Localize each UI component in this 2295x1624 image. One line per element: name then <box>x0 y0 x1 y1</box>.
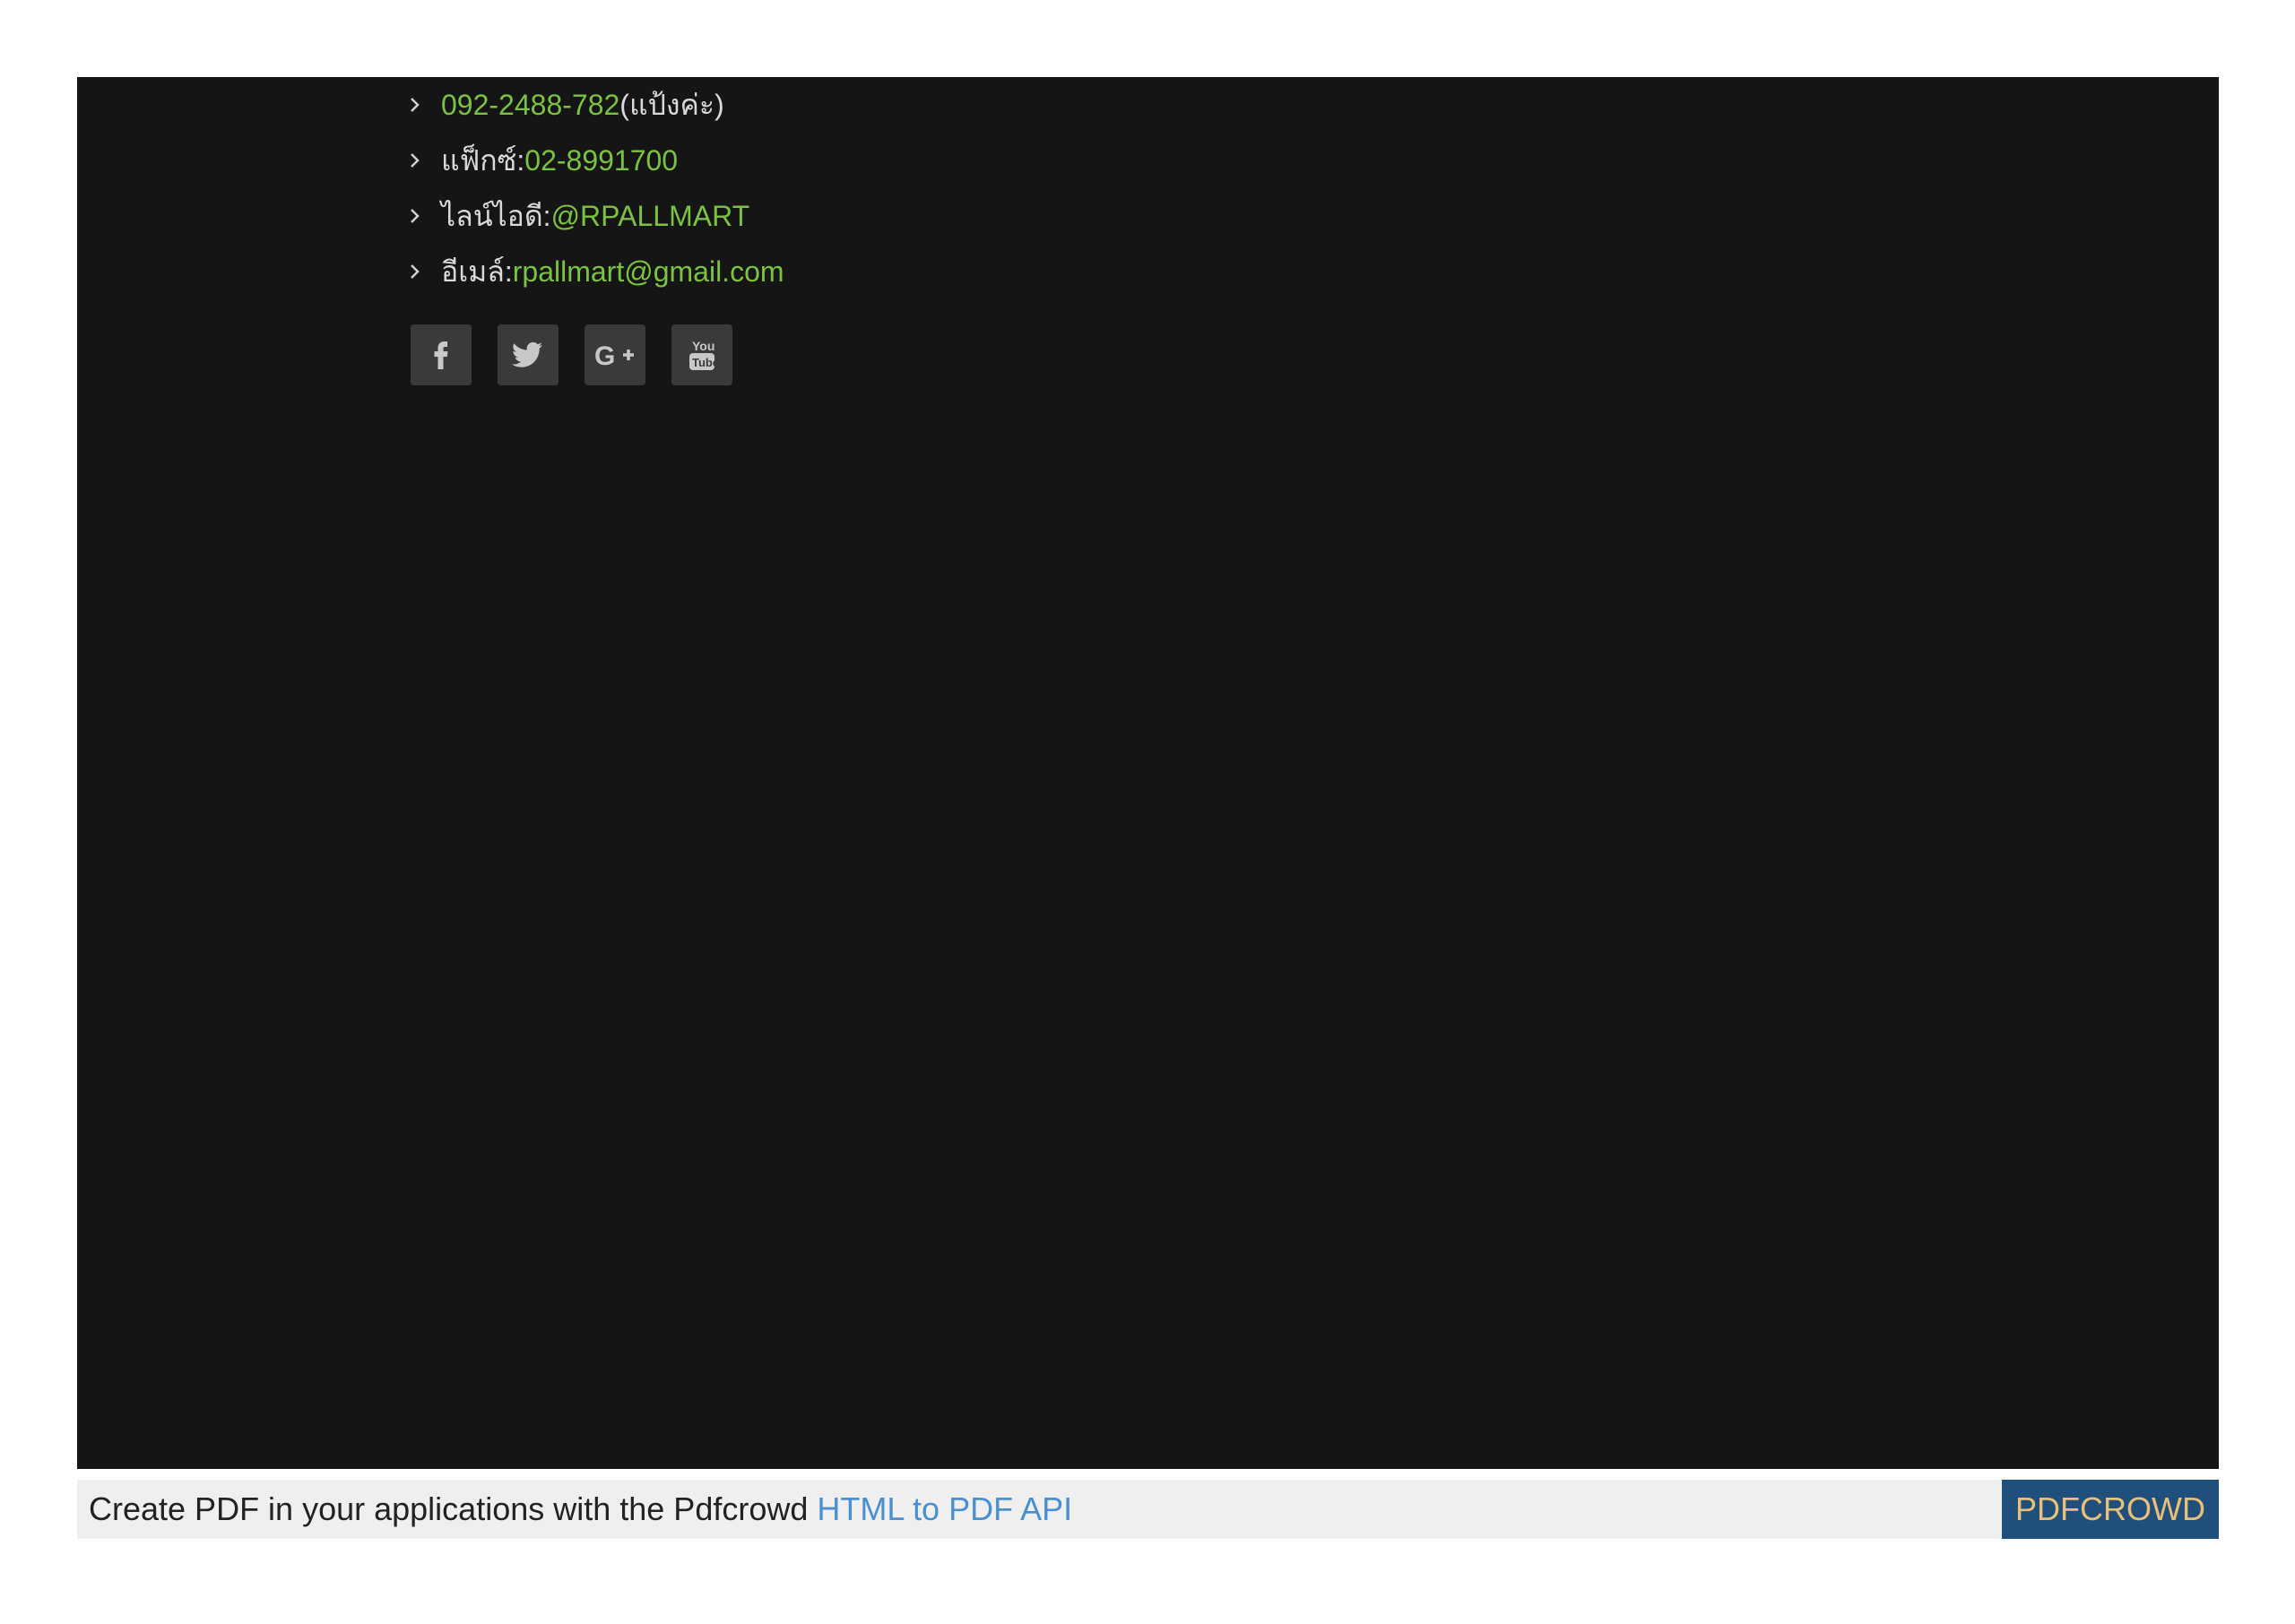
youtube-icon: You Tube <box>689 339 716 370</box>
facebook-button[interactable] <box>411 324 472 385</box>
contact-item-fax: แฟ็กซ์: 02-8991700 <box>409 133 784 188</box>
contact-label: แฟ็กซ์: <box>441 143 525 177</box>
footer-panel <box>77 77 2219 1469</box>
contact-list: 092-2488-782 (แป้งค่ะ) แฟ็กซ์: 02-899170… <box>409 77 784 299</box>
twitter-button[interactable] <box>498 324 559 385</box>
contact-suffix: (แป้งค่ะ) <box>619 88 724 121</box>
facebook-icon <box>434 341 448 369</box>
pdfcrowd-text: Create PDF in your applications with the… <box>89 1490 818 1527</box>
pdfcrowd-bar: Create PDF in your applications with the… <box>77 1480 2219 1539</box>
svg-text:You: You <box>692 339 714 353</box>
contact-item-phone: 092-2488-782 (แป้งค่ะ) <box>409 77 784 133</box>
chevron-right-icon <box>409 151 441 169</box>
contact-item-line: ไลน์ไอดี: @RPALLMART <box>409 188 784 244</box>
contact-label: อีเมล์: <box>441 255 513 288</box>
chevron-right-icon <box>409 263 441 281</box>
line-id-link[interactable]: @RPALLMART <box>551 200 750 233</box>
html-to-pdf-api-link[interactable]: HTML to PDF API <box>817 1490 1072 1527</box>
fax-link[interactable]: 02-8991700 <box>524 144 678 177</box>
google-plus-icon: G <box>594 341 634 368</box>
youtube-button[interactable]: You Tube <box>671 324 732 385</box>
page: 092-2488-782 (แป้งค่ะ) แฟ็กซ์: 02-899170… <box>0 0 2295 1624</box>
email-link[interactable]: rpallmart@gmail.com <box>513 255 784 289</box>
chevron-right-icon <box>409 207 441 225</box>
contact-item-email: อีเมล์: rpallmart@gmail.com <box>409 244 784 299</box>
svg-text:Tube: Tube <box>692 356 716 369</box>
google-plus-button[interactable]: G <box>585 324 645 385</box>
social-links: G You Tube <box>411 324 732 385</box>
pdfcrowd-message: Create PDF in your applications with the… <box>89 1480 1072 1539</box>
contact-label: ไลน์ไอดี: <box>441 199 551 232</box>
pdfcrowd-badge[interactable]: PDFCROWD <box>2002 1480 2219 1539</box>
phone-link[interactable]: 092-2488-782 <box>441 89 619 122</box>
svg-text:G: G <box>594 341 615 368</box>
twitter-icon <box>512 341 542 367</box>
chevron-right-icon <box>409 96 441 114</box>
